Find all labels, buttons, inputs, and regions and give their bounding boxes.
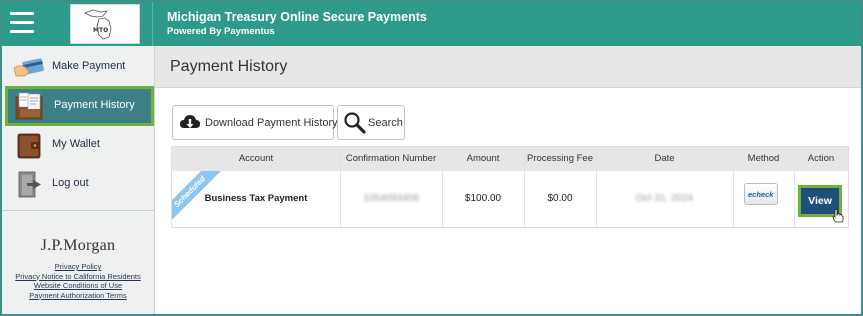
column-header-date: Date (654, 153, 675, 164)
page-title: Payment History (170, 58, 288, 75)
sidebar-item-make-payment[interactable]: Make Payment (2, 48, 154, 86)
payment-history-table: Account Confirmation Number Amount Proce… (171, 146, 849, 228)
documents-icon (15, 92, 43, 120)
column-header-amount: Amount (466, 153, 500, 164)
column-header-processing-fee: Processing Fee (526, 153, 593, 164)
app-window: MTO Michigan Treasury Online Secure Paym… (0, 0, 863, 316)
logout-door-icon (18, 171, 41, 198)
app-title: Michigan Treasury Online Secure Payments (167, 10, 427, 24)
footer-links: Privacy Policy Privacy Notice to Califor… (2, 262, 154, 300)
search-icon (344, 112, 366, 134)
sidebar-item-label: Make Payment (52, 60, 126, 72)
california-privacy-link[interactable]: Privacy Notice to California Residents (2, 272, 154, 282)
sidebar-item-label: Log out (52, 177, 89, 189)
wallet-icon (17, 133, 41, 159)
view-button-label: View (808, 195, 832, 207)
sidebar-divider (2, 210, 154, 211)
header-divider (152, 2, 153, 46)
top-header: MTO Michigan Treasury Online Secure Paym… (2, 2, 861, 46)
payment-authorization-link[interactable]: Payment Authorization Terms (2, 291, 154, 301)
hand-cursor-icon (832, 209, 844, 223)
cell-confirmation-number: 1054093408 (363, 193, 419, 204)
app-subtitle: Powered By Paymentus (167, 26, 275, 37)
michigan-map-icon (84, 9, 112, 40)
sidebar-item-my-wallet[interactable]: My Wallet (2, 126, 154, 164)
cell-account: Business Tax Payment (204, 193, 308, 204)
download-history-button[interactable]: Download Payment History (172, 105, 338, 140)
table-header: Account Confirmation Number Amount Proce… (172, 147, 848, 171)
column-header-account: Account (238, 153, 274, 164)
logo-text: MTO (93, 27, 109, 34)
cell-amount: $100.00 (464, 193, 502, 204)
sidebar-item-label: My Wallet (52, 138, 100, 150)
search-button-label: Search (368, 117, 403, 129)
mto-logo[interactable]: MTO (70, 4, 140, 44)
download-button-label: Download Payment History (205, 117, 338, 129)
sidebar: Make Payment Payment History My Wallet L… (2, 46, 155, 314)
column-separator (733, 147, 734, 227)
search-button[interactable]: Search (337, 105, 405, 140)
credit-card-hand-icon (13, 58, 44, 77)
column-separator (794, 147, 795, 227)
page-header: Payment History (155, 46, 861, 88)
echeck-method-icon[interactable]: echeck (744, 183, 778, 205)
column-header-confirmation: Confirmation Number (345, 153, 437, 164)
main-content: Payment History Download Payment History… (155, 46, 861, 314)
sidebar-item-log-out[interactable]: Log out (2, 165, 154, 203)
cell-date: Oct 31, 2024 (635, 193, 694, 204)
column-header-action: Action (807, 153, 835, 164)
column-header-method: Method (747, 153, 780, 164)
cloud-download-icon (180, 115, 200, 128)
sidebar-item-label: Payment History (54, 99, 135, 111)
sidebar-item-payment-history[interactable]: Payment History (5, 86, 154, 126)
website-conditions-link[interactable]: Website Conditions of Use (2, 281, 154, 291)
privacy-policy-link[interactable]: Privacy Policy (2, 262, 154, 272)
cell-processing-fee: $0.00 (547, 193, 573, 204)
method-label: echeck (748, 190, 774, 199)
hamburger-menu-icon[interactable] (10, 12, 34, 34)
jpmorgan-logo: J.P.Morgan (40, 237, 116, 254)
